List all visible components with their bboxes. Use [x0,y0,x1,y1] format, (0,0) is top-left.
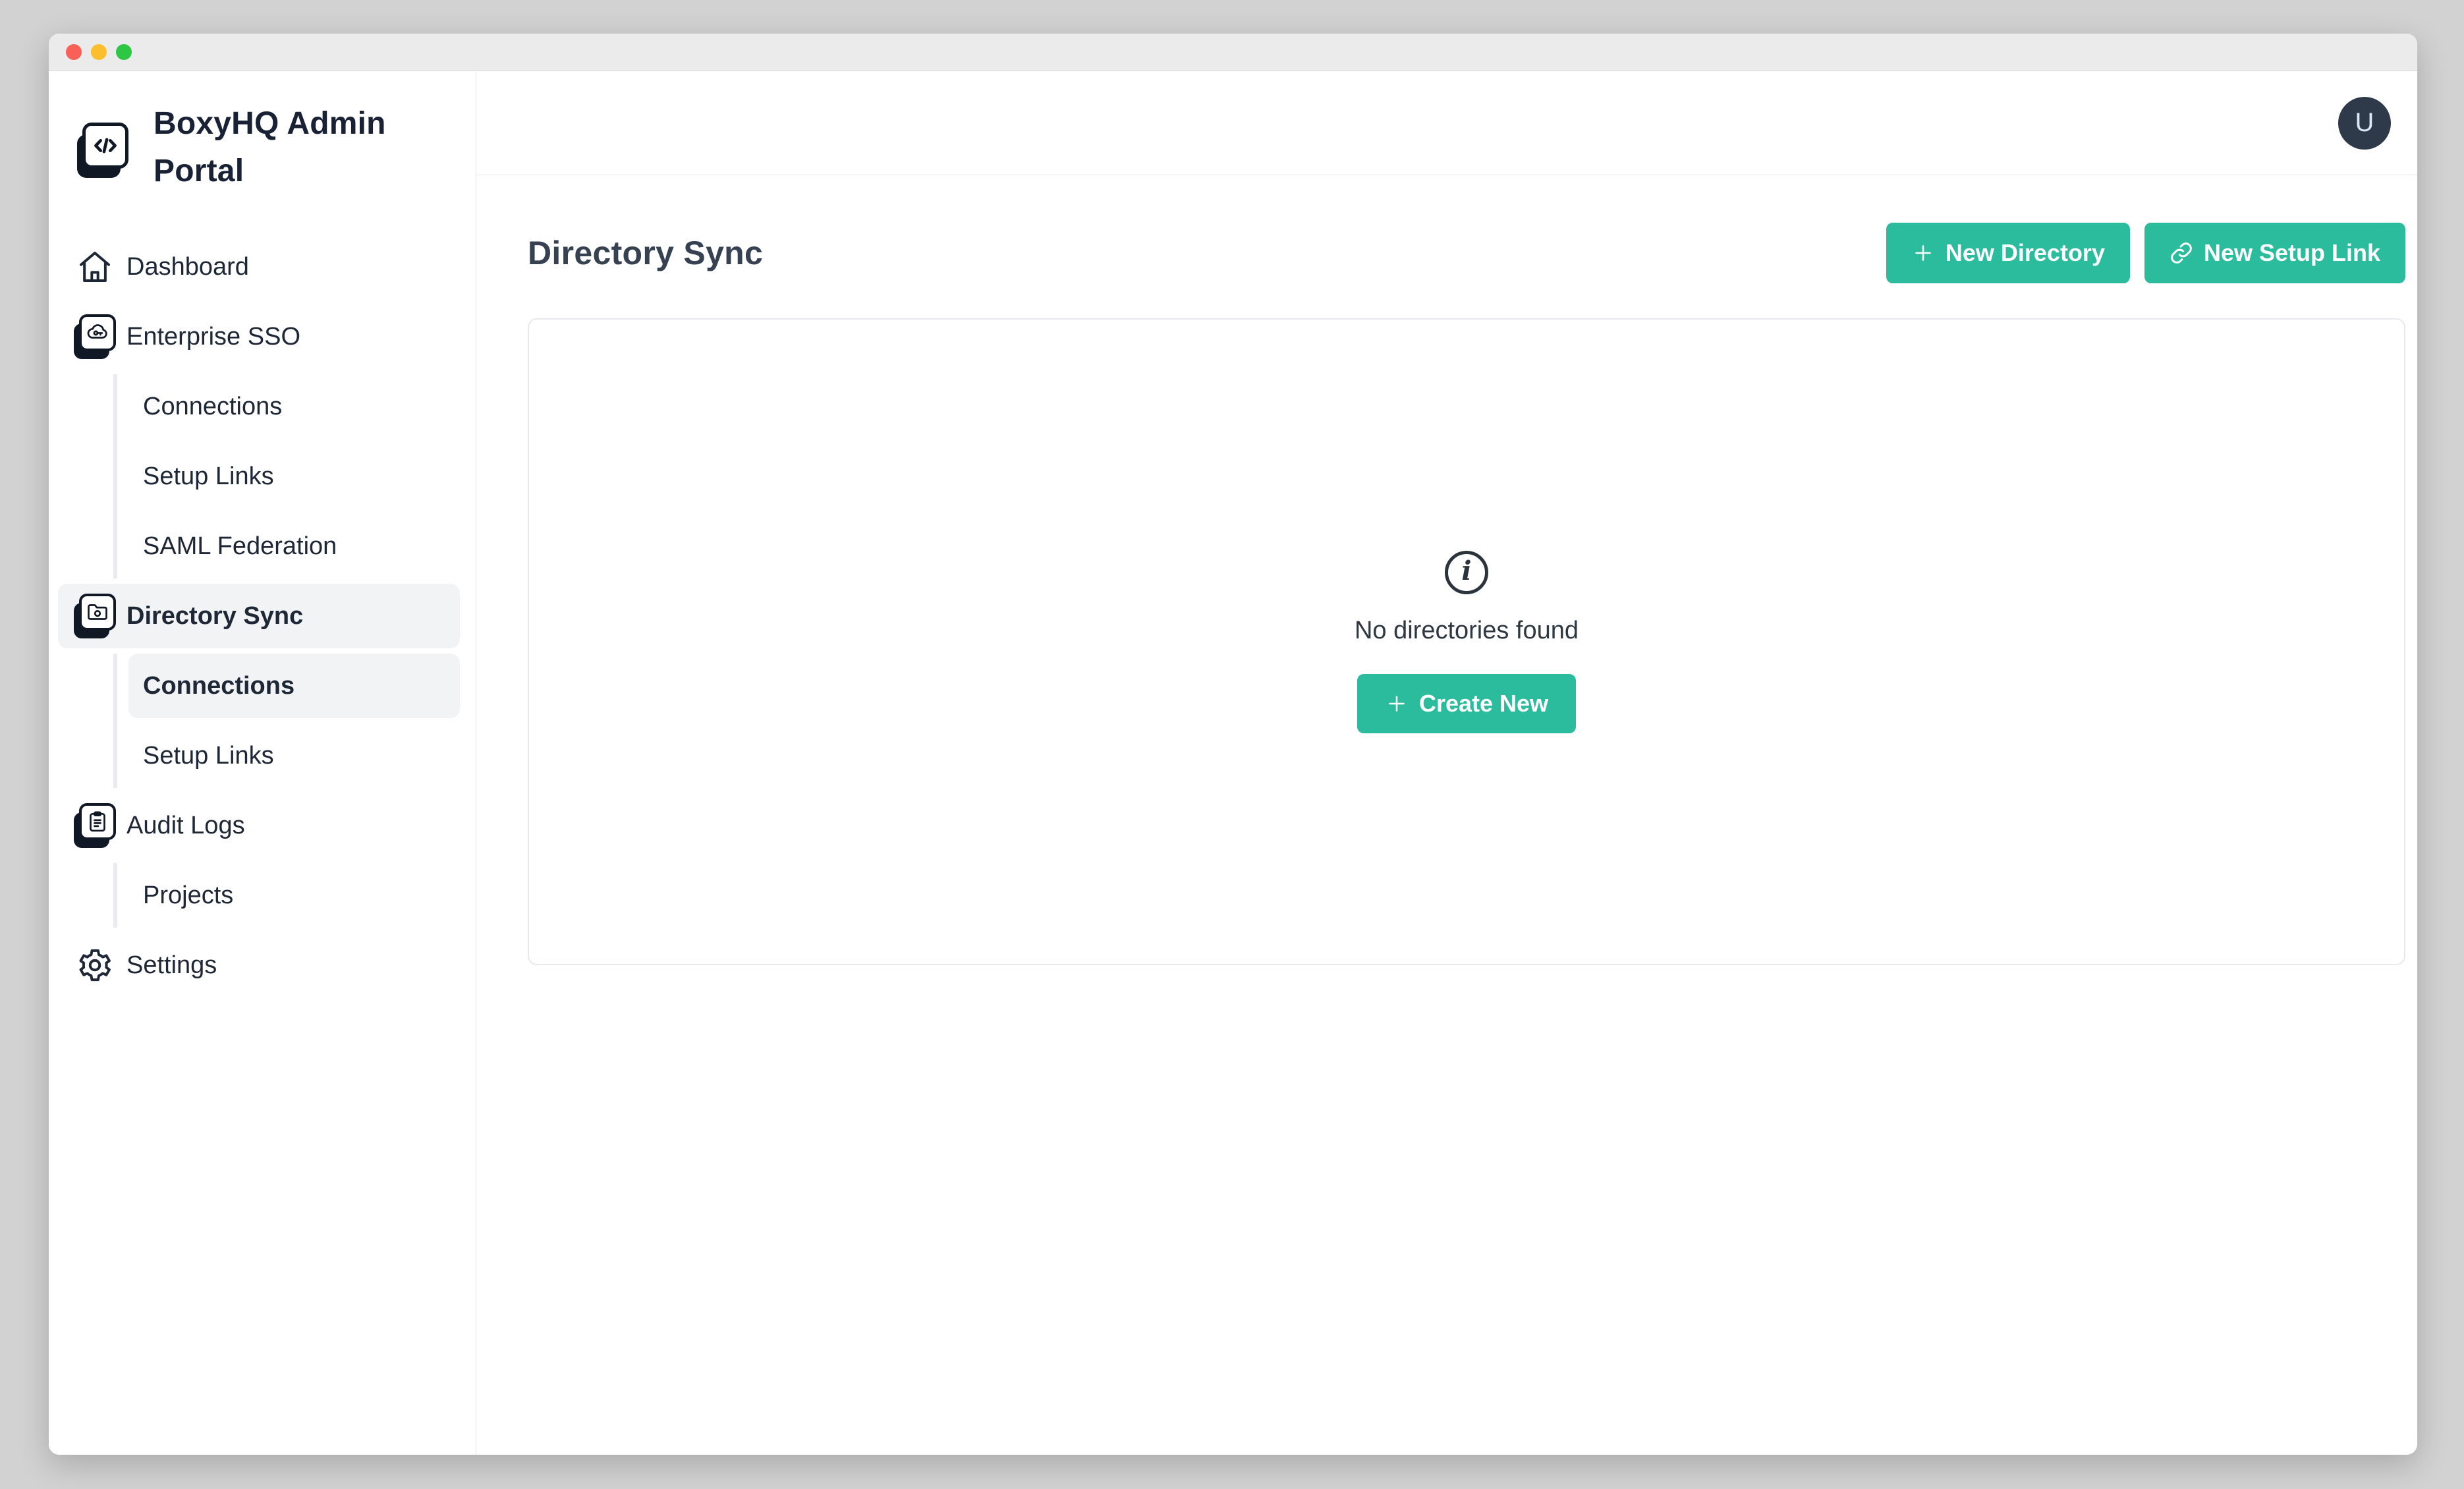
sidebar-item-label: Projects [143,882,233,910]
gear-icon [74,943,116,988]
sidebar-item-label: Settings [126,951,217,980]
zoom-window-button[interactable] [116,44,132,60]
minimize-window-button[interactable] [91,44,107,60]
user-avatar[interactable]: U [2338,97,2391,150]
brand-title: BoxyHQ Admin Portal [154,100,392,195]
app-window: BoxyHQ Admin Portal Dashboard [49,34,2417,1455]
create-new-button[interactable]: Create New [1357,674,1576,733]
sidebar-item-saml-federation[interactable]: SAML Federation [128,514,460,578]
sidebar-item-directory-sync[interactable]: Directory Sync [58,584,460,648]
enterprise-sso-icon [74,314,116,359]
sidebar-item-label: Directory Sync [126,602,303,631]
main-area: U Directory Sync New Directory [476,71,2417,1455]
create-new-label: Create New [1419,690,1548,717]
info-icon: i [1445,551,1488,594]
directory-sync-subgroup: Connections Setup Links [113,654,460,788]
top-header: U [476,71,2417,175]
sidebar-item-label: Audit Logs [126,812,245,840]
sidebar-item-enterprise-sso[interactable]: Enterprise SSO [58,304,460,369]
sidebar-item-label: Setup Links [143,742,274,770]
new-setup-link-label: New Setup Link [2204,239,2380,267]
link-icon [2170,241,2193,265]
sidebar-item-label: SAML Federation [143,532,337,561]
page-header-row: Directory Sync New Directory [528,223,2405,283]
directories-empty-card: i No directories found Create New [528,318,2405,965]
new-directory-label: New Directory [1946,239,2105,267]
sidebar-item-dsync-connections[interactable]: Connections [128,654,460,718]
brand: BoxyHQ Admin Portal [58,100,460,195]
sidebar-item-dashboard[interactable]: Dashboard [58,235,460,299]
sidebar-item-sso-connections[interactable]: Connections [128,374,460,439]
app-body: BoxyHQ Admin Portal Dashboard [49,71,2417,1455]
new-setup-link-button[interactable]: New Setup Link [2144,223,2405,283]
avatar-initial: U [2355,108,2374,138]
directory-sync-icon [74,594,116,638]
sidebar-nav: Dashboard Enterprise SSO [58,235,460,997]
sidebar-item-label: Connections [143,393,282,421]
sidebar: BoxyHQ Admin Portal Dashboard [49,71,476,1455]
page-content: Directory Sync New Directory [476,175,2417,965]
sidebar-item-label: Dashboard [126,253,249,281]
close-window-button[interactable] [66,44,82,60]
page-title: Directory Sync [528,234,1886,272]
empty-state-message: No directories found [1355,617,1579,645]
sidebar-item-projects[interactable]: Projects [128,863,460,928]
page-actions: New Directory New Setup Link [1886,223,2405,283]
window-titlebar [49,34,2417,71]
sidebar-item-label: Setup Links [143,463,274,491]
audit-logs-subgroup: Projects [113,863,460,928]
plus-icon [1385,692,1409,716]
sidebar-item-label: Connections [143,672,294,700]
enterprise-sso-subgroup: Connections Setup Links SAML Federation [113,374,460,578]
sidebar-item-dsync-setup-links[interactable]: Setup Links [128,723,460,788]
audit-logs-icon [74,803,116,848]
sidebar-item-audit-logs[interactable]: Audit Logs [58,793,460,858]
sidebar-item-settings[interactable]: Settings [58,933,460,997]
boxyhq-logo-icon [77,123,128,178]
sidebar-item-sso-setup-links[interactable]: Setup Links [128,444,460,509]
home-icon [74,244,116,289]
new-directory-button[interactable]: New Directory [1886,223,2130,283]
plus-icon [1911,241,1935,265]
sidebar-item-label: Enterprise SSO [126,323,300,351]
